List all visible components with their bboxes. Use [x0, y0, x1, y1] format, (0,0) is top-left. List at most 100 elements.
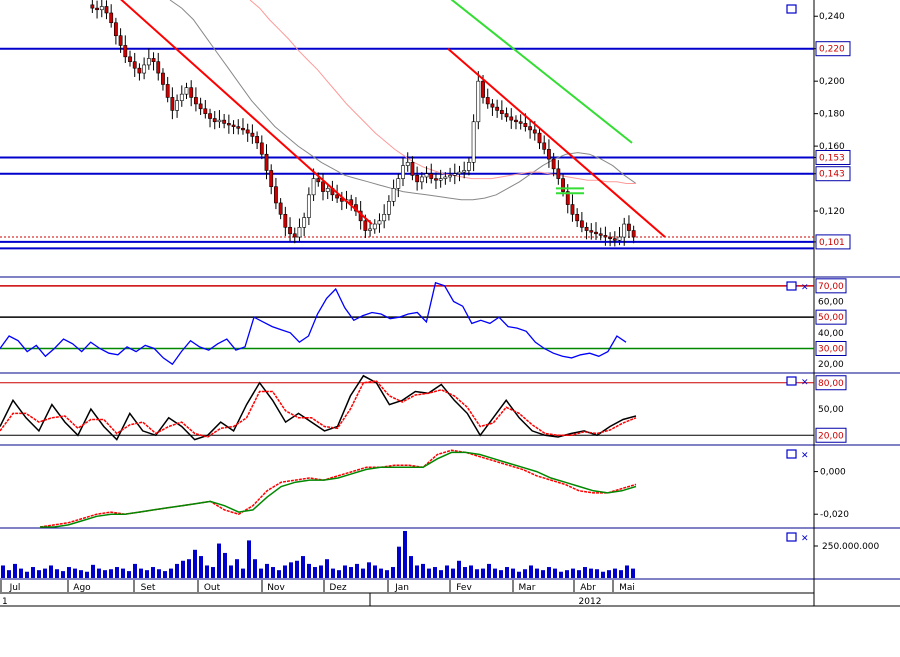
- candle-body: [226, 123, 231, 126]
- candle-body: [490, 103, 495, 108]
- volume-bar: [517, 571, 521, 578]
- volume-bar: [451, 568, 455, 578]
- candle-body: [561, 178, 565, 192]
- candle-body: [481, 80, 485, 98]
- candle-body: [372, 223, 377, 230]
- volume-bar: [37, 570, 41, 578]
- candle-body: [495, 106, 500, 111]
- volume-bar: [601, 571, 605, 578]
- candle-body: [542, 142, 547, 150]
- candle-body: [471, 121, 476, 163]
- candle-body: [212, 118, 217, 123]
- candle-body: [274, 186, 278, 204]
- candle-body: [537, 132, 542, 144]
- candle-body: [161, 72, 165, 85]
- month-label: Fev: [456, 583, 472, 593]
- price-label: 0,143: [819, 170, 845, 180]
- volume-bar: [43, 568, 47, 578]
- month-label: Dez: [329, 583, 346, 593]
- volume-bar: [613, 568, 617, 578]
- stochastic-d-line: [0, 380, 637, 438]
- candle-body: [99, 6, 104, 11]
- candle-body: [434, 178, 438, 181]
- volume-bar: [391, 567, 395, 578]
- volume-bar: [229, 565, 233, 578]
- candle-body: [236, 126, 241, 129]
- volume-bar: [535, 568, 539, 578]
- volume-bar: [559, 571, 563, 578]
- candle-body: [528, 126, 532, 131]
- candle-body: [335, 194, 340, 199]
- candle-body: [194, 97, 198, 105]
- candle-body: [156, 61, 161, 74]
- volume-bar: [49, 565, 53, 578]
- stochastic-axis: 80,00 50,00 20,00: [815, 375, 847, 443]
- volume-bar: [439, 570, 443, 578]
- volume-bar: [295, 560, 299, 578]
- rsi-panel[interactable]: 70,00 60,00 50,00 40,00 30,00 20,00: [0, 278, 847, 370]
- candle-body: [556, 168, 561, 179]
- volume-bar: [289, 562, 293, 578]
- volume-bar: [511, 568, 515, 578]
- volume-tick-label: 250.000.000: [822, 542, 880, 552]
- candle-body: [264, 153, 269, 171]
- candle-body: [278, 202, 283, 215]
- time-axis: Jul Ago Set Out Nov Dez Jan Fev Mar Abr Mai 1 2012: [0, 580, 814, 607]
- volume-bar: [61, 571, 65, 578]
- candle-body: [132, 61, 137, 69]
- year-label: 1: [2, 597, 8, 607]
- candle-body: [594, 231, 598, 235]
- close-icon: ✕: [801, 378, 809, 388]
- volume-bar: [13, 563, 17, 578]
- volume-bar: [271, 567, 275, 578]
- volume-bar: [631, 568, 635, 578]
- month-label: Mai: [619, 583, 635, 593]
- candle-body: [250, 132, 255, 137]
- macd-axis: 0,000 -0,020: [814, 468, 849, 520]
- price-panel[interactable]: 0,2400,2200,2000,1800,1600,1530,1430,120…: [0, 0, 851, 250]
- volume-bar: [625, 565, 629, 578]
- candle-body: [589, 230, 594, 233]
- macd-panel[interactable]: 0,000 -0,020: [39, 449, 849, 528]
- volume-bar: [583, 567, 587, 578]
- panel-controls[interactable]: ✕ ✕ ✕ ✕: [786, 4, 809, 544]
- volume-bar: [241, 568, 245, 578]
- rsi-tick-label: 20,00: [818, 360, 844, 370]
- candle-body: [509, 116, 514, 121]
- volume-bar: [223, 552, 227, 578]
- candle-body: [627, 223, 631, 231]
- price-tick-label: 0,200: [819, 77, 845, 87]
- candle-body: [118, 35, 123, 46]
- volume-bar: [205, 565, 209, 578]
- stochastic-panel[interactable]: 80,00 50,00 20,00: [0, 374, 847, 443]
- volume-bar: [421, 563, 425, 578]
- candle-body: [109, 12, 114, 24]
- candle-body: [429, 173, 434, 179]
- month-label: Jul: [9, 583, 21, 593]
- candle-body: [504, 113, 509, 118]
- trend-lines: [120, 0, 666, 238]
- rsi-level-label: 70,00: [818, 282, 844, 292]
- candle-body: [377, 220, 382, 225]
- candle-body: [203, 108, 208, 114]
- volume-bar: [475, 569, 479, 578]
- candle-body: [579, 220, 584, 228]
- volume-bar: [253, 559, 257, 578]
- candle-body: [170, 97, 175, 111]
- volume-panel[interactable]: 250.000.000: [1, 531, 880, 578]
- candle-body: [198, 103, 203, 110]
- volume-bar: [169, 568, 173, 578]
- candle-body: [217, 119, 222, 123]
- volume-bar: [607, 570, 611, 578]
- price-label: 0,101: [819, 238, 845, 248]
- rsi-line: [0, 281, 627, 366]
- window-icon: [786, 449, 797, 459]
- candle-body: [382, 214, 387, 222]
- month-label: Set: [141, 583, 156, 593]
- candle-body: [325, 188, 330, 192]
- rsi-level-label: 50,00: [818, 313, 844, 323]
- candle-body: [485, 97, 490, 105]
- volume-bar: [481, 568, 485, 578]
- candle-body: [113, 22, 118, 37]
- price-label: 0,153: [819, 153, 845, 163]
